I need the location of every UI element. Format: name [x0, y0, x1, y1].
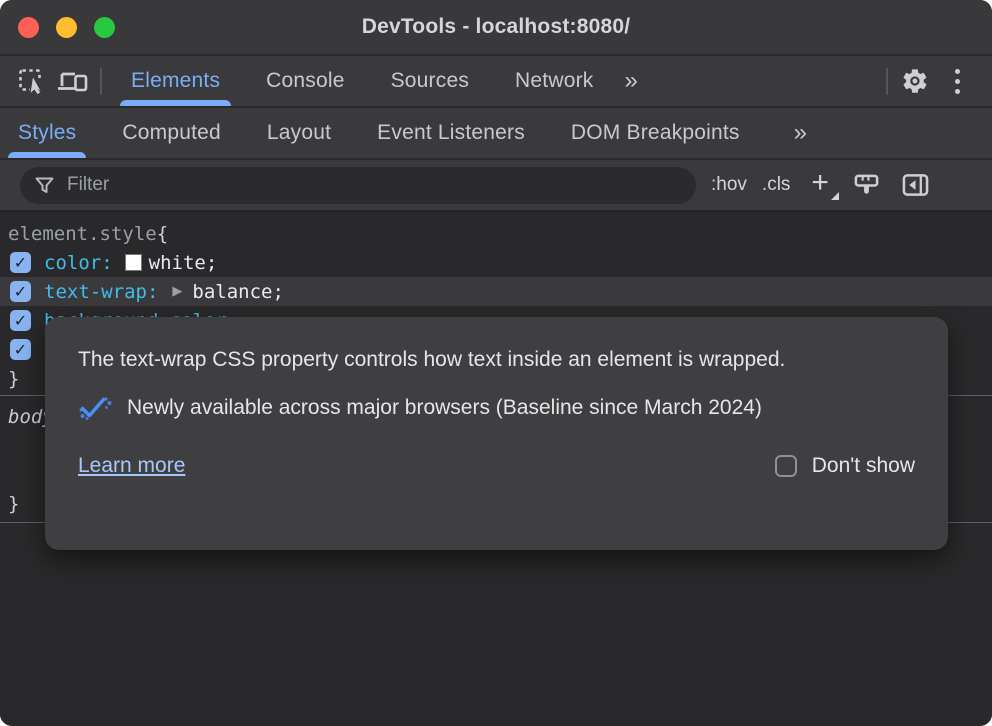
baseline-check-icon	[78, 395, 112, 421]
toggle-element-state-button[interactable]: :hov	[711, 174, 747, 196]
inspect-cursor-icon	[18, 68, 45, 95]
element-classes-button[interactable]: .cls	[762, 174, 791, 196]
tooltip-description: The text-wrap CSS property controls how …	[78, 344, 868, 376]
tab-network[interactable]: Network	[515, 56, 593, 106]
tab-event-listeners[interactable]: Event Listeners	[377, 108, 525, 158]
filter-funnel-icon	[35, 177, 54, 194]
inspect-element-button[interactable]	[10, 61, 52, 101]
main-toolbar: Elements Console Sources Network »	[0, 56, 992, 108]
new-style-rule-button[interactable]: +	[805, 168, 835, 202]
tab-layout[interactable]: Layout	[267, 108, 331, 158]
baseline-status-text: Newly available across major browsers (B…	[127, 396, 762, 420]
property-checkbox[interactable]: ✓	[10, 252, 31, 273]
titlebar: DevTools - localhost:8080/	[0, 0, 992, 56]
property-value[interactable]: balance;	[192, 281, 284, 303]
settings-button[interactable]	[894, 61, 936, 101]
collapse-panel-icon	[902, 173, 929, 197]
styles-pane: element.style { ✓ color: white; ✓ text-w…	[0, 212, 992, 722]
toggle-device-toolbar-button[interactable]	[52, 61, 94, 101]
filter-field[interactable]	[20, 167, 696, 204]
rule-selector: element.style	[8, 223, 157, 245]
dont-show-checkbox[interactable]	[775, 455, 797, 477]
learn-more-link[interactable]: Learn more	[78, 454, 185, 478]
traffic-lights	[18, 0, 115, 54]
color-swatch[interactable]	[125, 254, 142, 271]
kebab-menu-icon	[955, 69, 960, 94]
toggle-sidebar-button[interactable]	[899, 165, 933, 205]
device-toolbar-icon	[57, 68, 89, 94]
dont-show-label: Don't show	[812, 454, 915, 478]
paint-brush-icon	[853, 172, 880, 199]
toolbar-separator	[100, 68, 102, 95]
text-wrap-baseline-tooltip: The text-wrap CSS property controls how …	[45, 317, 948, 550]
gear-icon	[901, 67, 929, 95]
css-property-row: ✓ color: white;	[0, 248, 992, 277]
minimize-window-button[interactable]	[56, 17, 77, 38]
styles-filter-toolbar: :hov .cls +	[0, 160, 992, 212]
property-checkbox[interactable]: ✓	[10, 339, 31, 360]
zoom-window-button[interactable]	[94, 17, 115, 38]
close-window-button[interactable]	[18, 17, 39, 38]
filter-input[interactable]	[65, 173, 681, 197]
tab-computed[interactable]: Computed	[122, 108, 221, 158]
tab-dom-breakpoints[interactable]: DOM Breakpoints	[571, 108, 740, 158]
more-sidebar-tabs-button[interactable]: »	[794, 119, 807, 147]
devtools-window: DevTools - localhost:8080/	[0, 0, 992, 726]
more-tabs-button[interactable]: »	[624, 67, 637, 95]
property-checkbox[interactable]: ✓	[10, 281, 31, 302]
tab-console[interactable]: Console	[266, 56, 344, 106]
property-value[interactable]: white;	[149, 252, 218, 274]
tab-sources[interactable]: Sources	[391, 56, 469, 106]
rendering-emulations-button[interactable]	[850, 165, 884, 205]
property-name[interactable]: color	[44, 252, 101, 274]
elements-sidebar-tabs: Styles Computed Layout Event Listeners D…	[0, 108, 992, 160]
window-title: DevTools - localhost:8080/	[0, 15, 992, 39]
property-name[interactable]: text-wrap	[44, 281, 147, 303]
rule-selector-line: element.style {	[0, 219, 992, 248]
property-checkbox[interactable]: ✓	[10, 310, 31, 331]
kebab-menu-button[interactable]	[936, 61, 978, 101]
toolbar-separator	[886, 68, 888, 95]
expand-value-icon[interactable]: ▶	[172, 284, 182, 299]
css-property-row-hovered: ✓ text-wrap: ▶ balance;	[0, 277, 992, 306]
tab-elements[interactable]: Elements	[131, 56, 220, 106]
tab-styles[interactable]: Styles	[18, 108, 76, 158]
